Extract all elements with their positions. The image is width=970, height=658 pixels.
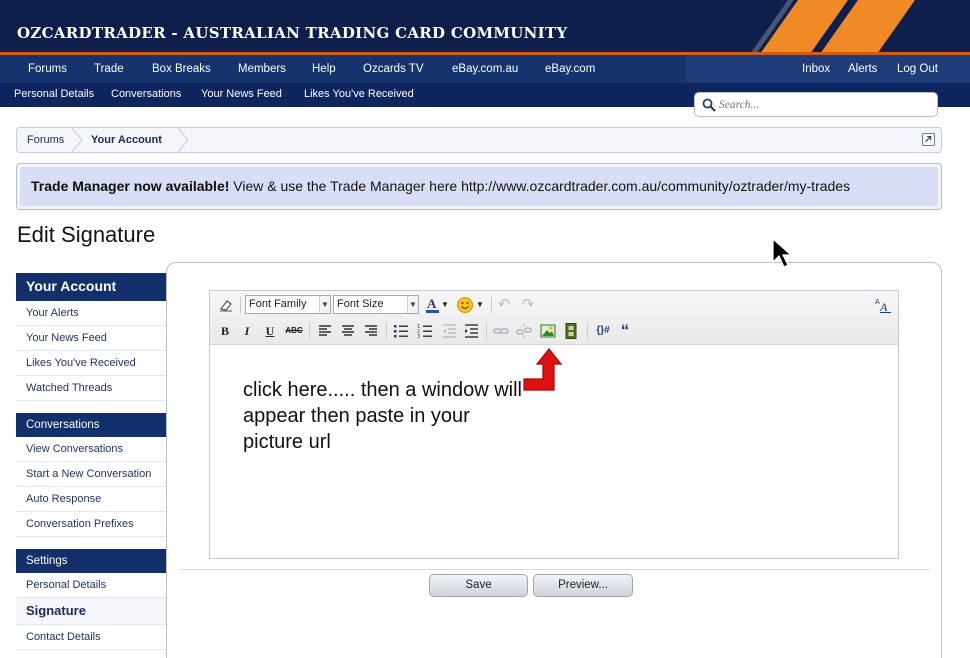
subnav-personal-details[interactable]: Personal Details [14, 83, 94, 107]
chevron-down-icon[interactable]: ▼ [440, 296, 450, 314]
nav-tab-ozcards-tv[interactable]: Ozcards TV [363, 55, 424, 83]
site-logo[interactable]: OZCARDTRADER - AUSTRALIAN TRADING CARD C… [17, 24, 567, 42]
align-left-icon[interactable] [316, 322, 334, 340]
save-button[interactable]: Save [429, 574, 528, 597]
align-right-icon[interactable] [362, 322, 380, 340]
chevron-down-icon: ▼ [407, 296, 418, 313]
svg-text:A: A [879, 300, 888, 314]
header-stripes-graphic [750, 0, 915, 54]
sidebar-heading-settings[interactable]: Settings [16, 549, 166, 573]
remove-format-icon[interactable] [217, 296, 235, 314]
nav-tab-ebay-au[interactable]: eBay.com.au [452, 55, 518, 83]
unlink-icon[interactable] [515, 322, 533, 340]
insert-media-icon[interactable] [562, 322, 580, 340]
instruction-text: click here..... then a window will appea… [243, 379, 523, 453]
underline-icon[interactable]: U [261, 322, 279, 340]
indent-icon[interactable] [462, 322, 480, 340]
sidebar-item-start-conversation[interactable]: Start a New Conversation [16, 462, 166, 487]
sidebar-item-personal-details[interactable]: Personal Details [16, 573, 166, 598]
jump-to-page-icon[interactable] [922, 133, 935, 146]
search-icon [702, 98, 716, 112]
code-icon[interactable]: {}# [592, 322, 614, 340]
notice-banner: Trade Manager now available! View & use … [16, 163, 942, 210]
nav-logout[interactable]: Log Out [897, 55, 938, 83]
search-input[interactable] [719, 96, 929, 113]
toolbar-separator [491, 297, 492, 313]
page-title: Edit Signature [17, 222, 156, 247]
breadcrumb-separator-icon [177, 128, 189, 152]
sidebar-item-contact-details[interactable]: Contact Details [16, 625, 166, 650]
red-arrow-annotation-icon [523, 348, 563, 391]
nav-tab-help[interactable]: Help [312, 55, 336, 83]
subnav-likes-received[interactable]: Likes You've Received [304, 83, 414, 107]
breadcrumb-your-account[interactable]: Your Account [91, 128, 162, 152]
search-box[interactable] [694, 92, 938, 117]
sidebar-item-conversation-prefixes[interactable]: Conversation Prefixes [16, 512, 166, 537]
toolbar-separator [386, 323, 387, 339]
main-nav: Forums Trade Box Breaks Members Help Ozc… [0, 55, 970, 83]
sidebar-item-view-conversations[interactable]: View Conversations [16, 437, 166, 462]
preview-button[interactable]: Preview... [533, 574, 633, 597]
font-size-select[interactable]: Font Size ▼ [333, 295, 419, 314]
bold-icon[interactable]: B [216, 322, 234, 340]
subnav-conversations[interactable]: Conversations [111, 83, 181, 107]
redo-icon[interactable]: ↷ [519, 296, 537, 314]
link-icon[interactable] [492, 322, 510, 340]
chevron-down-icon: ▼ [319, 296, 330, 313]
notice-bold: Trade Manager now available! [31, 178, 230, 194]
font-size-value: Font Size [337, 298, 384, 310]
font-family-value: Font Family [249, 298, 307, 310]
numbered-list-icon[interactable]: 123 [416, 322, 434, 340]
sidebar-item-your-alerts[interactable]: Your Alerts [16, 301, 166, 326]
nav-tab-trade[interactable]: Trade [94, 55, 124, 83]
page: OZCARDTRADER - AUSTRALIAN TRADING CARD C… [0, 0, 970, 658]
undo-icon[interactable]: ↶ [495, 296, 513, 314]
subnav-news-feed[interactable]: Your News Feed [201, 83, 282, 107]
strikethrough-icon[interactable]: ABC [285, 322, 303, 340]
breadcrumb: Forums Your Account [16, 127, 942, 153]
breadcrumb-forums[interactable]: Forums [27, 128, 64, 152]
svg-text:3: 3 [417, 334, 420, 340]
nav-tab-forums[interactable]: Forums [28, 55, 67, 83]
nav-tab-box-breaks[interactable]: Box Breaks [152, 55, 211, 83]
sidebar-item-signature[interactable]: Signature [16, 598, 166, 625]
chevron-down-icon[interactable]: ▼ [475, 296, 485, 314]
notice-text: Trade Manager now available! View & use … [20, 167, 938, 206]
sidebar-item-likes-received[interactable]: Likes You've Received [16, 351, 166, 376]
nav-tab-members[interactable]: Members [238, 55, 286, 83]
sidebar-item-auto-response[interactable]: Auto Response [16, 487, 166, 512]
smilie-icon[interactable] [456, 296, 474, 314]
toolbar-separator [486, 323, 487, 339]
insert-image-icon[interactable] [539, 322, 557, 340]
sidebar-item-news-feed[interactable]: Your News Feed [16, 326, 166, 351]
sidebar-heading-conversations[interactable]: Conversations [16, 413, 166, 437]
nav-tab-ebay-com[interactable]: eBay.com [545, 55, 595, 83]
notice-link-text[interactable]: View & use the Trade Manager here http:/… [233, 178, 850, 194]
svg-text:A: A [427, 296, 437, 311]
toolbar-separator [240, 297, 241, 313]
nav-alerts[interactable]: Alerts [848, 55, 877, 83]
font-family-select[interactable]: Font Family ▼ [245, 295, 331, 314]
editor-toolbar: Font Family ▼ Font Size ▼ A ▼ ▼ ↶ ↷ A A … [210, 291, 898, 345]
outdent-icon[interactable] [440, 322, 458, 340]
toolbar-separator [309, 323, 310, 339]
nav-inbox[interactable]: Inbox [802, 55, 830, 83]
toolbar-separator [587, 323, 588, 339]
bullet-list-icon[interactable] [392, 322, 410, 340]
align-center-icon[interactable] [339, 322, 357, 340]
sidebar-item-watched-threads[interactable]: Watched Threads [16, 376, 166, 401]
font-scale-icon[interactable]: A A [874, 296, 892, 314]
breadcrumb-separator-icon [71, 128, 83, 152]
sidebar-heading-your-account[interactable]: Your Account [16, 273, 166, 301]
mouse-cursor-icon [772, 238, 792, 268]
italic-icon[interactable]: I [238, 322, 256, 340]
site-header: OZCARDTRADER - AUSTRALIAN TRADING CARD C… [0, 0, 970, 54]
form-divider [180, 569, 930, 570]
quote-icon[interactable]: “ [616, 322, 634, 340]
